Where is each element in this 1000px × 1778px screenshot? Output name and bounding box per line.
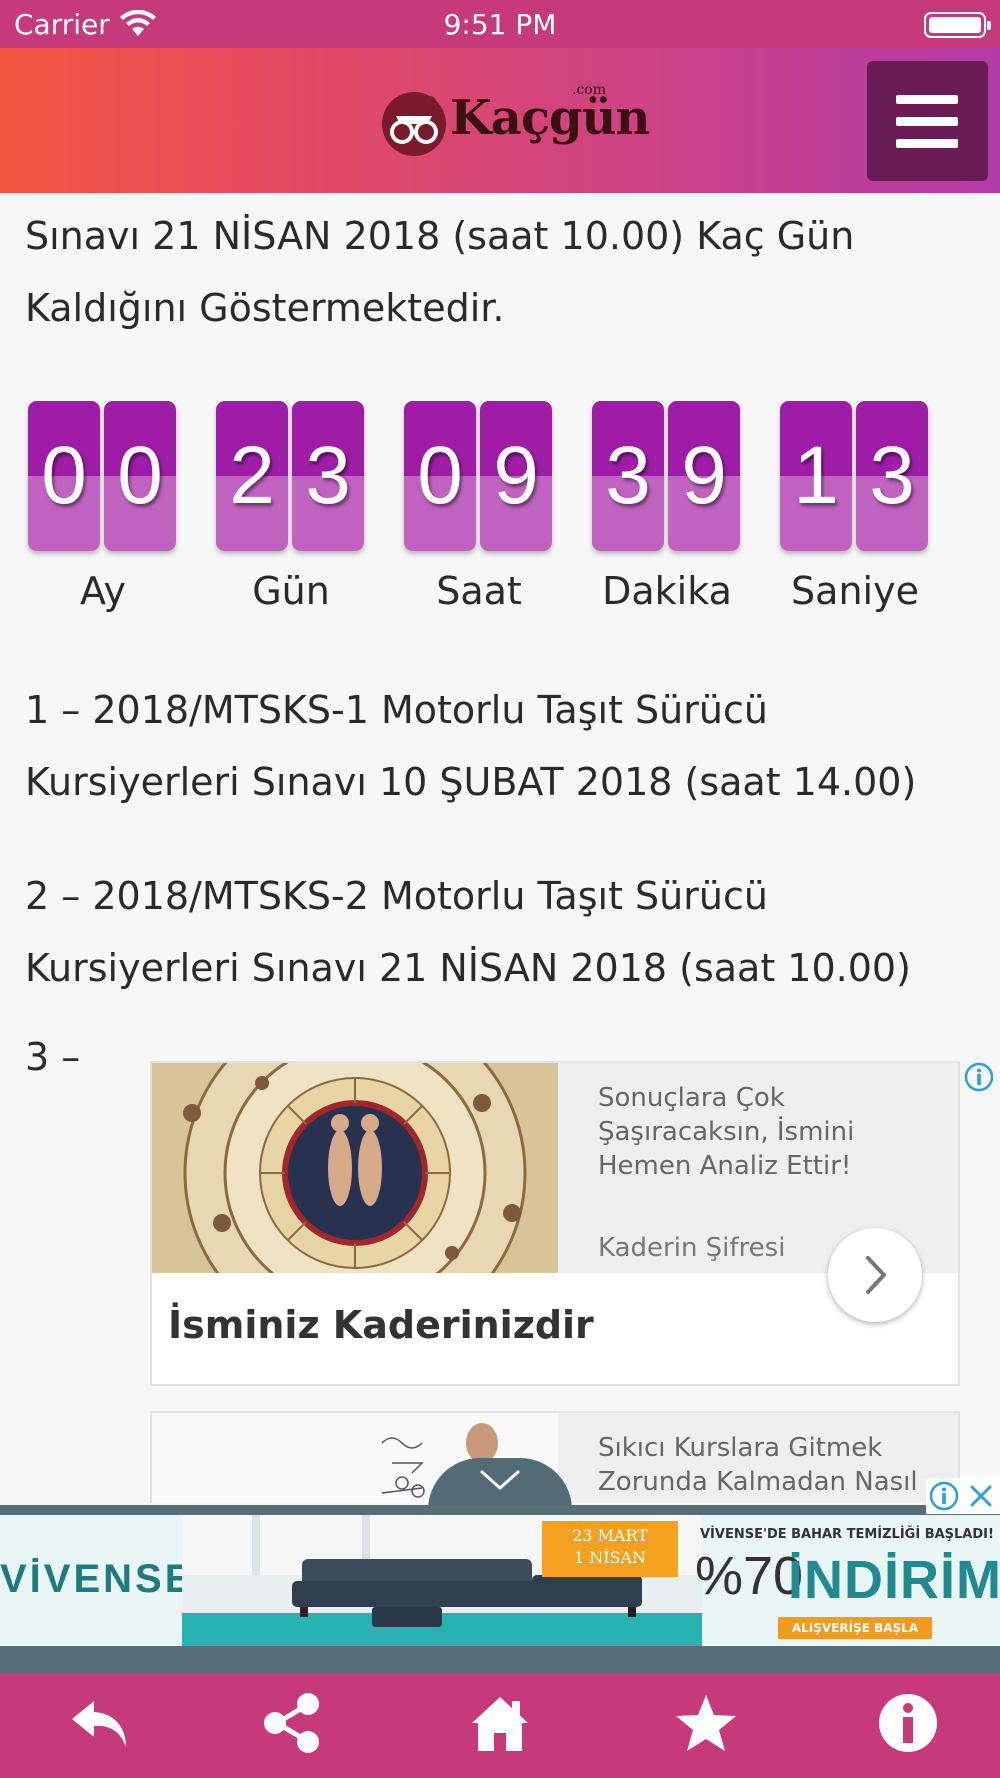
ad-title[interactable]: İsminiz Kaderinizdir	[168, 1303, 594, 1347]
banner-close-button[interactable]	[962, 1478, 1000, 1514]
banner-date-tag: 23 MART 1 NİSAN	[542, 1521, 678, 1577]
list-item-number: 3 –	[25, 1035, 81, 1079]
close-icon	[970, 1485, 992, 1507]
list-item-line: Kursiyerleri Sınavı 21 NİSAN 2018 (saat …	[25, 946, 911, 990]
info-icon	[929, 1481, 959, 1511]
countdown-label: Ay	[80, 569, 126, 613]
logo-icon	[382, 92, 446, 156]
list-item: 1 – 2018/MTSKS-1 Motorlu Taşıt Sürücü Ku…	[25, 674, 975, 818]
intro-paragraph: Sınavı 21 NİSAN 2018 (saat 10.00) Kaç Gü…	[25, 193, 975, 344]
banner-brand: VİVENSE	[0, 1557, 195, 1601]
page-content: Sınavı 21 NİSAN 2018 (saat 10.00) Kaç Gü…	[0, 193, 1000, 1503]
ad-description[interactable]: Sonuçlara Çok Şaşıracaksın, İsmini Hemen…	[598, 1081, 938, 1183]
battery-icon	[924, 12, 991, 38]
logo-text: Kaçgün	[450, 90, 650, 146]
logo-suffix: .com	[572, 82, 606, 98]
tab-info[interactable]	[808, 1673, 1000, 1778]
countdown-digit: 0	[28, 401, 100, 551]
countdown-label: Saat	[436, 569, 522, 613]
countdown-digit: 3	[856, 401, 928, 551]
ad-source[interactable]: Kaderin Şifresi	[598, 1233, 785, 1263]
info-icon	[879, 1694, 937, 1752]
countdown-digit: 1	[780, 401, 852, 551]
adchoices-button[interactable]	[926, 1478, 962, 1514]
ad-description[interactable]: Sıkıcı Kurslara Gitmek Zorunda Kalmadan …	[598, 1431, 938, 1499]
menu-button[interactable]	[867, 61, 988, 181]
countdown-digit: 9	[480, 401, 552, 551]
intro-line: Sınavı 21 NİSAN 2018 (saat 10.00) Kaç Gü…	[25, 214, 855, 258]
countdown-label: Gün	[252, 569, 330, 613]
banner-date-end: 1 NİSAN	[573, 1548, 647, 1567]
banner-percent: %70	[695, 1546, 804, 1606]
star-icon	[676, 1695, 736, 1751]
countdown-digit: 2	[216, 401, 288, 551]
countdown-label: Saniye	[791, 569, 919, 613]
banner-cta-button[interactable]: ALIŞVERİŞE BAŞLA	[778, 1617, 932, 1639]
tab-back[interactable]	[0, 1673, 200, 1778]
countdown-digit: 3	[592, 401, 664, 551]
countdown-label: Dakika	[602, 569, 732, 613]
clock-label: 9:51 PM	[443, 8, 557, 41]
bottom-tab-bar	[0, 1673, 1000, 1778]
list-item-line: Kursiyerleri Sınavı 10 ŞUBAT 2018 (saat …	[25, 760, 917, 804]
site-logo[interactable]: Kaçgün .com	[378, 78, 650, 166]
tab-share[interactable]	[193, 1673, 393, 1778]
intro-line: Kaldığını Göstermektedir.	[25, 286, 505, 330]
countdown-digit: 0	[104, 401, 176, 551]
banner-date-start: 23 MART	[572, 1526, 648, 1545]
banner-ad[interactable]: VİVENSE 23 MART 1 NİSAN VİVENSE'DE BAHAR…	[0, 1515, 1000, 1646]
ad-image-zodiac[interactable]	[152, 1063, 558, 1273]
countdown-timer: 0 0 Ay 2 3 Gün 0 9 Saat 3 9 Dakika 1 3 S…	[0, 401, 1000, 631]
banner-discount: İNDİRİM	[788, 1550, 1000, 1610]
ad-open-button[interactable]	[828, 1228, 922, 1322]
tab-home[interactable]	[400, 1673, 600, 1778]
ad-info-icon[interactable]	[964, 1062, 994, 1092]
countdown-digit: 9	[668, 401, 740, 551]
list-item: 2 – 2018/MTSKS-2 Motorlu Taşıt Sürücü Ku…	[25, 860, 975, 1004]
app-header: Kaçgün .com	[0, 48, 1000, 193]
banner-ad-container: VİVENSE 23 MART 1 NİSAN VİVENSE'DE BAHAR…	[0, 1505, 1000, 1673]
tab-favorites[interactable]	[606, 1673, 806, 1778]
status-bar: Carrier 9:51 PM	[0, 0, 1000, 48]
countdown-digit: 0	[404, 401, 476, 551]
native-ad-card[interactable]: Sonuçlara Çok Şaşıracaksın, İsmini Hemen…	[150, 1061, 960, 1386]
banner-headline: VİVENSE'DE BAHAR TEMİZLİĞİ BAŞLADI!	[700, 1527, 994, 1542]
list-item-line: 1 – 2018/MTSKS-1 Motorlu Taşıt Sürücü	[25, 688, 768, 732]
back-icon	[72, 1701, 126, 1747]
share-icon	[264, 1693, 319, 1753]
home-icon	[472, 1697, 528, 1751]
chevron-down-icon	[480, 1470, 520, 1490]
list-item-line: 2 – 2018/MTSKS-2 Motorlu Taşıt Sürücü	[25, 874, 768, 918]
countdown-digit: 3	[292, 401, 364, 551]
chevron-right-icon	[866, 1256, 886, 1294]
